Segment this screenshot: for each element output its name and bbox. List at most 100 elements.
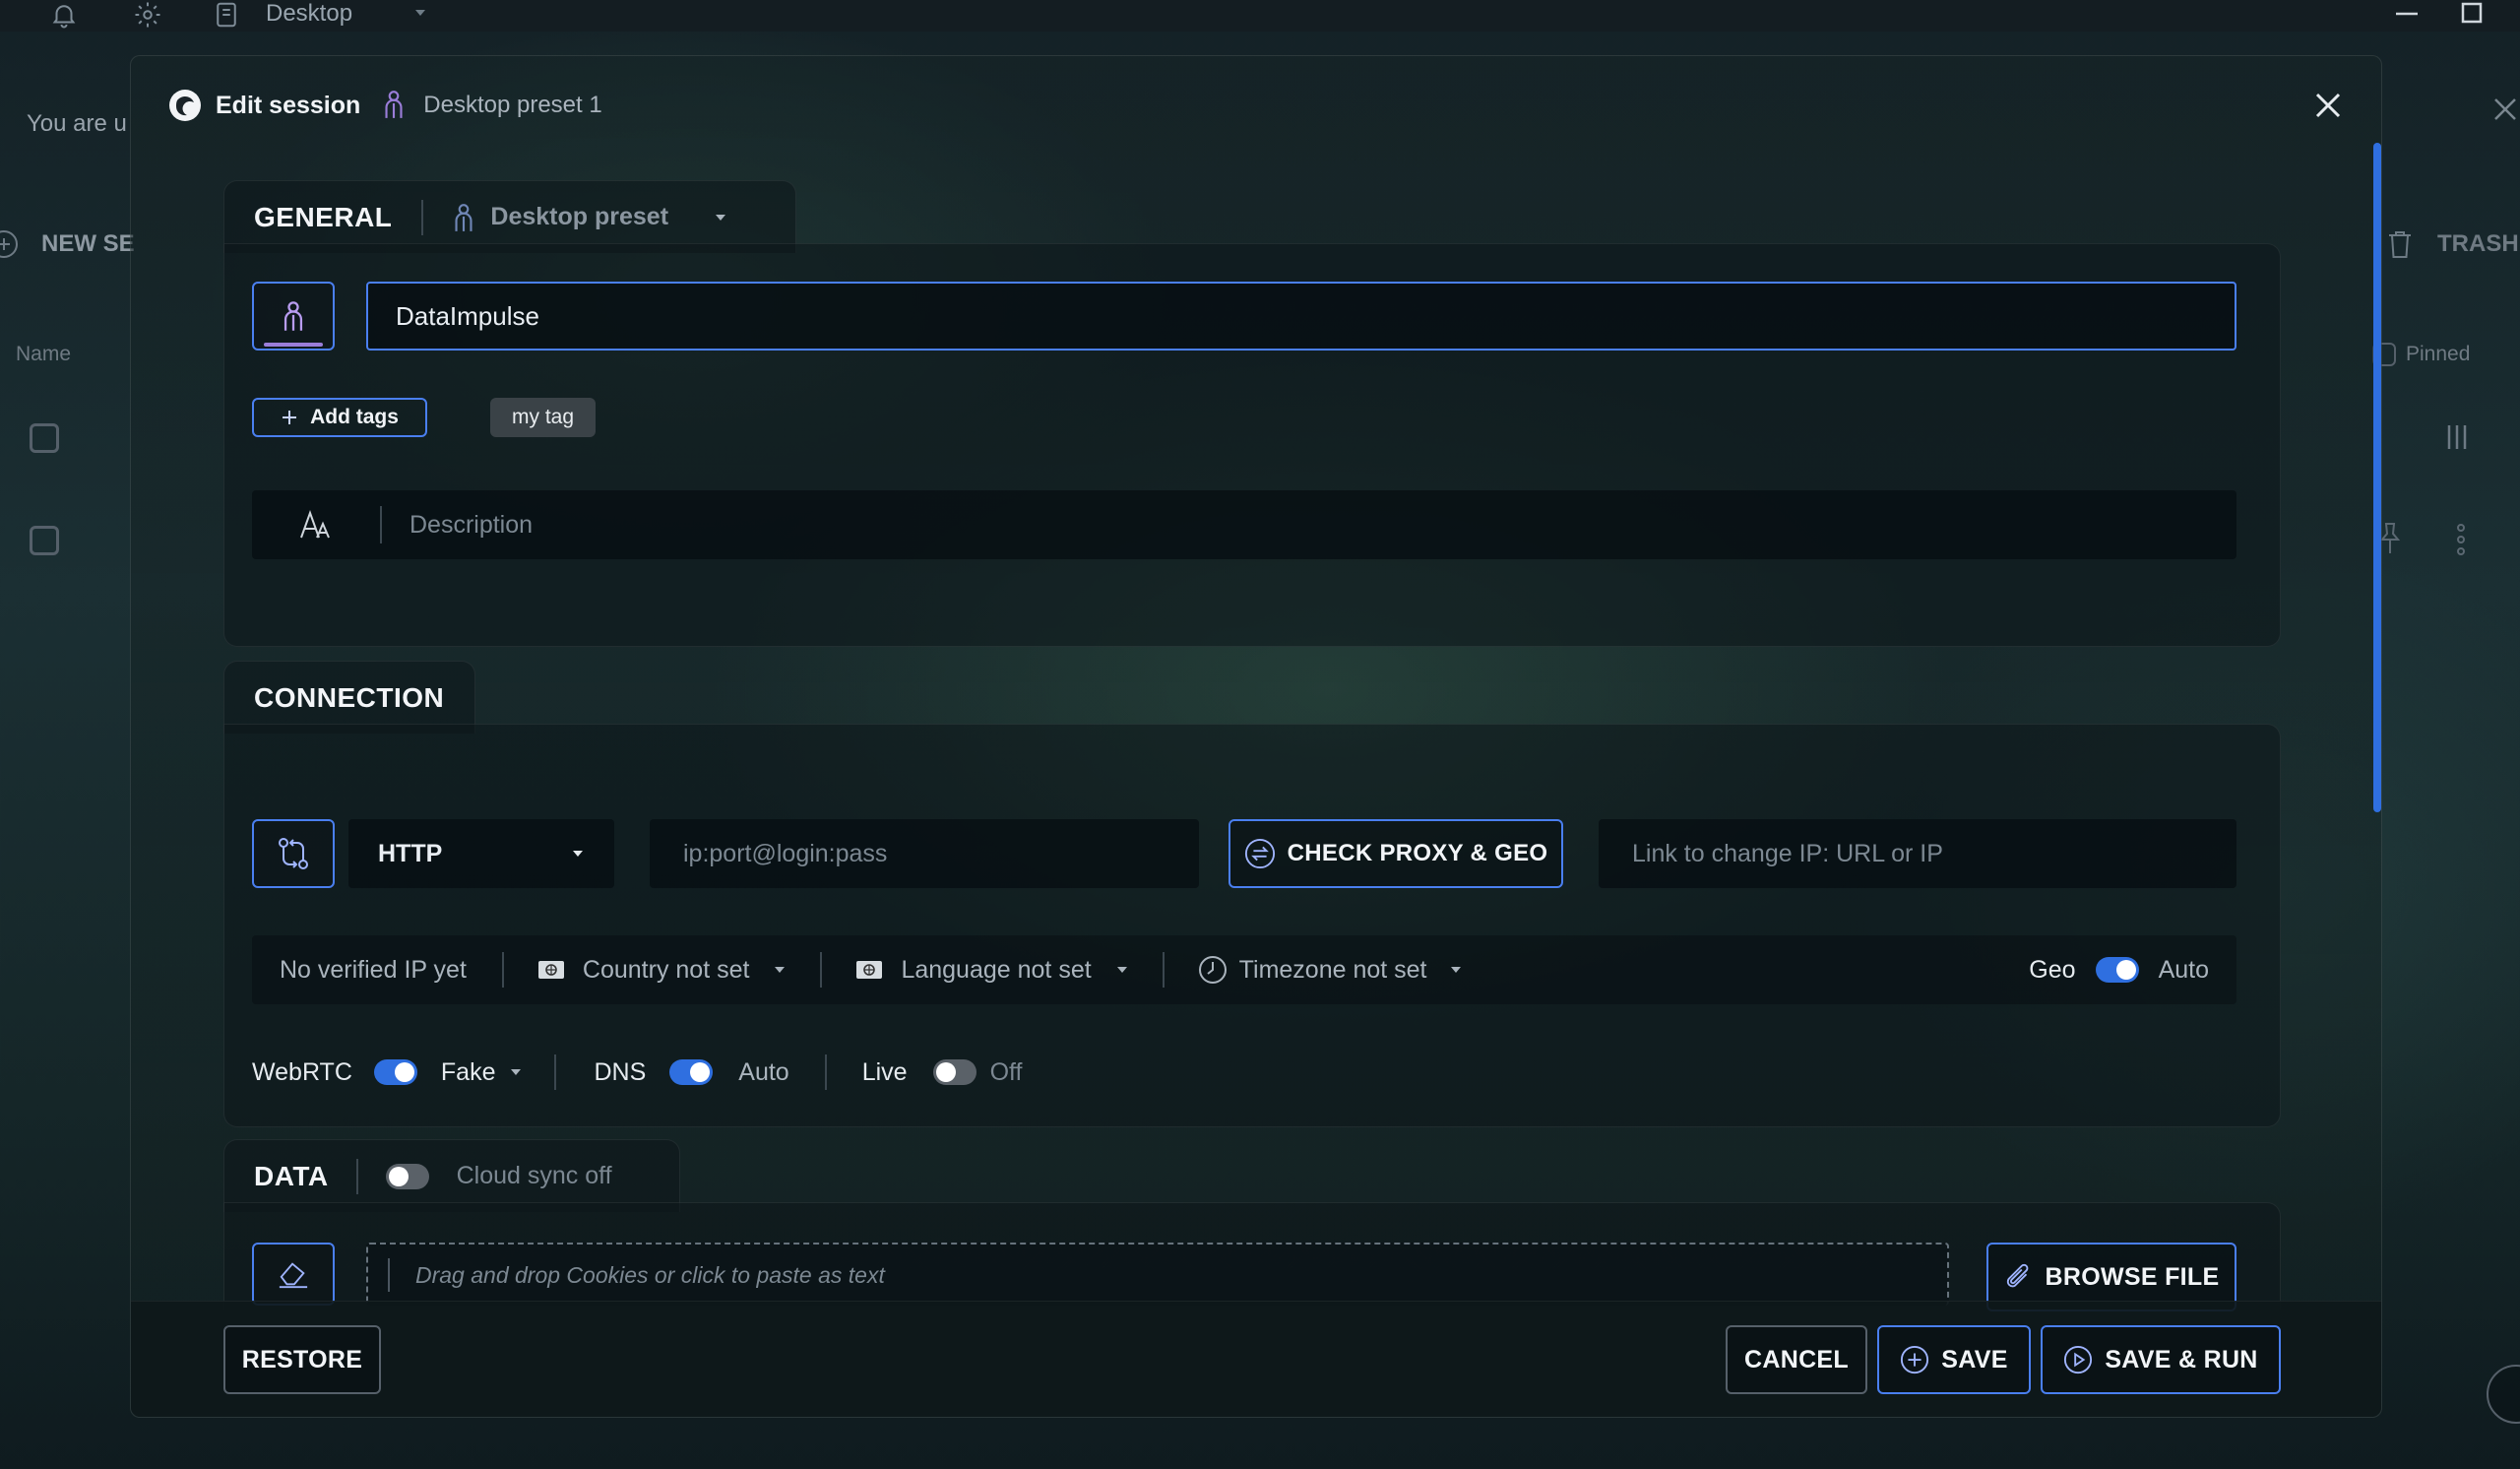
add-tags-label: Add tags xyxy=(310,406,399,428)
clear-cookies-button[interactable] xyxy=(252,1243,335,1306)
save-label: SAVE xyxy=(1941,1345,2008,1373)
save-and-run-button[interactable]: SAVE & RUN xyxy=(2041,1325,2281,1394)
bell-icon[interactable] xyxy=(49,0,79,30)
more-vertical-icon[interactable] xyxy=(2455,522,2467,557)
app-menu-label[interactable]: Desktop xyxy=(266,0,352,28)
geo-toggle-group: Geo Auto xyxy=(2029,956,2209,985)
divider xyxy=(1162,952,1165,988)
app-logo-icon xyxy=(168,89,202,122)
clock-icon xyxy=(1198,956,1227,984)
chevron-down-icon xyxy=(775,967,786,973)
banner-text: You are u xyxy=(27,110,127,137)
paperclip-icon xyxy=(2006,1263,2028,1288)
divider xyxy=(388,1258,390,1292)
app-top-bar: Desktop xyxy=(0,0,2520,32)
column-pinned-header[interactable]: Pinned xyxy=(2406,343,2470,366)
trash-icon[interactable] xyxy=(2386,228,2414,260)
avatar-button[interactable] xyxy=(252,282,335,351)
language-dropdown[interactable]: Language not set xyxy=(855,956,1128,985)
divider xyxy=(380,506,382,543)
divider xyxy=(421,199,424,235)
live-toggle[interactable] xyxy=(932,1059,976,1085)
desktop-icon[interactable] xyxy=(212,0,241,30)
tab-general[interactable]: GENERAL Desktop preset xyxy=(223,180,796,253)
proxy-mode-button[interactable] xyxy=(252,819,335,888)
text-format-icon xyxy=(252,510,380,540)
network-options-row: WebRTC Fake DNS Auto Live Off xyxy=(252,1050,1022,1095)
plus-circle-icon xyxy=(1901,1345,1929,1374)
webrtc-value: Fake xyxy=(440,1057,496,1086)
change-ip-placeholder: Link to change IP: URL or IP xyxy=(1632,839,1943,867)
gear-icon[interactable] xyxy=(133,0,162,30)
edit-session-modal: Edit session Desktop preset 1 GENERAL De… xyxy=(130,55,2382,1418)
timezone-value: Timezone not set xyxy=(1238,955,1427,984)
change-ip-input[interactable]: Link to change IP: URL or IP xyxy=(1599,819,2236,888)
dns-label: DNS xyxy=(594,1057,647,1086)
add-tags-button[interactable]: Add tags xyxy=(252,398,427,437)
maximize-icon[interactable] xyxy=(2455,0,2488,30)
dns-toggle[interactable] xyxy=(669,1059,714,1085)
session-name-value: DataImpulse xyxy=(396,300,539,331)
eraser-icon xyxy=(279,1262,308,1289)
country-dropdown[interactable]: Country not set xyxy=(537,956,788,985)
minimize-icon[interactable] xyxy=(2390,0,2424,30)
person-icon xyxy=(455,203,472,231)
connection-tab: CONNECTION xyxy=(223,661,475,734)
proxy-input[interactable]: ip:port@login:pass xyxy=(650,819,1199,888)
webrtc-mode-dropdown[interactable]: Fake xyxy=(441,1058,524,1087)
new-session-button[interactable]: NEW SE xyxy=(41,230,135,258)
geo-info-bar: No verified IP yet Country not set Langu… xyxy=(252,935,2236,1004)
cancel-button[interactable]: CANCEL xyxy=(1726,1325,1867,1394)
save-button[interactable]: SAVE xyxy=(1877,1325,2031,1394)
data-heading: DATA xyxy=(254,1160,329,1191)
close-icon[interactable] xyxy=(2310,88,2346,123)
scrollbar[interactable] xyxy=(2373,143,2381,812)
plus-icon xyxy=(283,411,297,424)
session-name-input[interactable]: DataImpulse xyxy=(366,282,2236,351)
browse-file-label: BROWSE FILE xyxy=(2045,1262,2220,1291)
connection-heading: CONNECTION xyxy=(254,681,445,713)
proxy-type-value: HTTP xyxy=(378,839,443,867)
git-compare-icon xyxy=(279,838,308,869)
help-fab[interactable] xyxy=(2487,1365,2520,1424)
add-circle-icon[interactable] xyxy=(0,228,20,260)
country-value: Country not set xyxy=(582,955,750,984)
geo-value: Auto xyxy=(2158,955,2209,984)
modal-title: Edit session xyxy=(216,91,361,119)
proxy-type-select[interactable]: HTTP xyxy=(348,819,614,888)
modal-header: Edit session Desktop preset 1 xyxy=(168,82,602,129)
check-proxy-label: CHECK PROXY & GEO xyxy=(1287,840,1548,866)
general-heading: GENERAL xyxy=(254,201,393,232)
geo-toggle[interactable] xyxy=(2095,957,2139,983)
cookies-placeholder: Drag and drop Cookies or click to paste … xyxy=(415,1261,885,1288)
chevron-down-icon[interactable] xyxy=(413,6,427,20)
column-name-header[interactable]: Name xyxy=(16,343,71,366)
description-input[interactable]: Description xyxy=(252,490,2236,559)
chevron-down-icon xyxy=(1450,967,1461,973)
trash-button[interactable]: TRASH xyxy=(2437,230,2519,258)
cancel-label: CANCEL xyxy=(1744,1345,1849,1373)
language-value: Language not set xyxy=(901,955,1092,984)
chevron-down-icon xyxy=(1116,967,1127,973)
close-banner-icon[interactable] xyxy=(2492,96,2518,122)
webrtc-toggle[interactable] xyxy=(373,1059,417,1085)
row-checkbox[interactable] xyxy=(30,423,59,453)
geo-label: Geo xyxy=(2029,955,2076,984)
flag-icon xyxy=(537,961,564,979)
proxy-placeholder: ip:port@login:pass xyxy=(683,839,888,867)
tag-chip[interactable]: my tag xyxy=(490,398,597,437)
restore-label: RESTORE xyxy=(241,1345,363,1373)
preset-dropdown[interactable]: Desktop preset xyxy=(453,202,727,233)
preset-dropdown-label: Desktop preset xyxy=(490,203,669,230)
restore-button[interactable]: RESTORE xyxy=(223,1325,381,1394)
live-label: Live xyxy=(861,1057,908,1086)
chevron-down-icon xyxy=(573,851,583,857)
row-checkbox[interactable] xyxy=(30,526,59,555)
check-proxy-button[interactable]: CHECK PROXY & GEO xyxy=(1228,819,1563,888)
cloud-sync-toggle[interactable] xyxy=(385,1163,429,1189)
cookies-dropzone[interactable]: Drag and drop Cookies or click to paste … xyxy=(366,1243,1949,1306)
divider xyxy=(554,1054,557,1090)
columns-icon[interactable] xyxy=(2445,423,2469,451)
divider xyxy=(820,952,823,988)
timezone-dropdown[interactable]: Timezone not set xyxy=(1198,955,1463,985)
